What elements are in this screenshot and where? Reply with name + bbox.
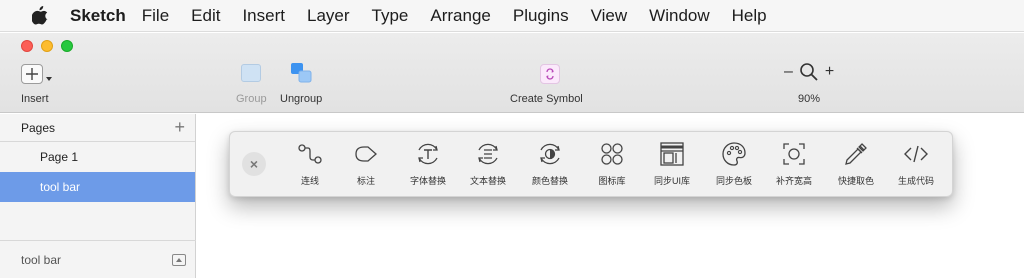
toolbar-item-label: 快捷取色 xyxy=(837,176,874,186)
create-symbol-label: Create Symbol xyxy=(510,93,583,105)
page-item-tool-bar[interactable]: tool bar xyxy=(0,172,195,202)
font-replace-icon xyxy=(418,143,438,165)
toolbar-item-sync-palette[interactable]: 同步色板 xyxy=(704,140,764,187)
menu-window[interactable]: Window xyxy=(649,6,709,26)
chevron-down-icon[interactable] xyxy=(46,77,52,81)
ungroup-label: Ungroup xyxy=(280,93,323,105)
toolbar-item-label: 同步色板 xyxy=(715,176,752,186)
insert-button[interactable] xyxy=(21,64,43,84)
zoom-out-button[interactable]: – xyxy=(784,63,793,81)
toolbar-item-color-replace[interactable]: 颜色替换 xyxy=(520,140,580,187)
group-icon[interactable] xyxy=(241,64,261,82)
icon-library-icon xyxy=(601,143,623,165)
menu-view[interactable]: View xyxy=(591,6,628,26)
menu-bar: Sketch File Edit Insert Layer Type Arran… xyxy=(0,0,1024,32)
layers-footer: tool bar xyxy=(0,240,196,278)
toolbar-item-label: 同步UI库 xyxy=(653,176,690,186)
fill-size-icon xyxy=(783,143,805,165)
minimize-window-button[interactable] xyxy=(41,40,53,52)
plus-icon xyxy=(26,68,38,80)
menu-sketch[interactable]: Sketch xyxy=(70,6,126,26)
toolbar-item-label: 文本替换 xyxy=(469,176,506,186)
collapse-icon[interactable] xyxy=(172,253,186,266)
pages-header: Pages + xyxy=(0,114,195,142)
toolbar-item-generate-code[interactable]: 生成代码 xyxy=(886,140,946,187)
magnifier-icon[interactable] xyxy=(799,62,819,82)
menu-file[interactable]: File xyxy=(142,6,169,26)
toolbar-item-icon-library[interactable]: 图标库 xyxy=(582,140,642,187)
zoom-control: – + xyxy=(784,62,834,82)
color-replace-icon xyxy=(540,143,560,165)
annotation-icon xyxy=(355,146,377,162)
toolbar-item-label: 图标库 xyxy=(598,176,626,186)
menu-layer[interactable]: Layer xyxy=(307,6,350,26)
toolbar-item-label: 生成代码 xyxy=(897,176,934,186)
menu-edit[interactable]: Edit xyxy=(191,6,220,26)
menu-arrange[interactable]: Arrange xyxy=(430,6,490,26)
eyedropper-icon xyxy=(845,143,867,165)
toolbar-item-label: 标注 xyxy=(356,176,375,186)
apple-icon[interactable] xyxy=(31,6,49,26)
close-icon[interactable]: × xyxy=(242,152,266,176)
text-replace-icon xyxy=(478,143,498,165)
sync-ui-library-icon xyxy=(660,142,684,166)
pages-empty-area xyxy=(0,202,195,230)
zoom-in-button[interactable]: + xyxy=(825,63,834,81)
toolbar-item-label: 连线 xyxy=(300,176,319,186)
code-icon xyxy=(904,145,928,163)
insert-label: Insert xyxy=(21,93,49,105)
toolbar-item-label: 字体替换 xyxy=(409,176,446,186)
toolbar-item-label: 颜色替换 xyxy=(531,176,568,186)
zoom-window-button[interactable] xyxy=(61,40,73,52)
menu-type[interactable]: Type xyxy=(372,6,409,26)
menu-plugins[interactable]: Plugins xyxy=(513,6,569,26)
pages-title: Pages xyxy=(21,120,56,135)
toolbar-item-annotation[interactable]: 标注 xyxy=(336,140,396,187)
menu-help[interactable]: Help xyxy=(732,6,767,26)
window-controls xyxy=(21,40,73,52)
toolbar-item-connector[interactable]: 连线 xyxy=(280,140,340,187)
window-toolbar: Insert Group Ungroup Create Symbol – + 9… xyxy=(0,33,1024,113)
group-label: Group xyxy=(236,93,267,105)
toolbar-item-sync-ui-library[interactable]: 同步UI库 xyxy=(642,140,702,187)
toolbar-item-eyedropper[interactable]: 快捷取色 xyxy=(826,140,886,187)
toolbar-item-label: 补齐宽高 xyxy=(775,176,812,186)
connector-icon xyxy=(298,144,322,164)
close-window-button[interactable] xyxy=(21,40,33,52)
create-symbol-icon[interactable] xyxy=(540,64,560,84)
ungroup-icon[interactable] xyxy=(290,62,314,84)
pages-sidebar: Pages + Page 1 tool bar tool bar xyxy=(0,114,196,278)
current-page-label: tool bar xyxy=(21,252,62,267)
menu-insert[interactable]: Insert xyxy=(242,6,285,26)
toolbar-item-font-replace[interactable]: 字体替换 xyxy=(398,140,458,187)
zoom-level: 90% xyxy=(798,93,821,105)
page-item-page-1[interactable]: Page 1 xyxy=(0,142,195,172)
toolbar-item-fill-size[interactable]: 补齐宽高 xyxy=(764,140,824,187)
add-page-button[interactable]: + xyxy=(174,117,185,138)
toolbar-item-text-replace[interactable]: 文本替换 xyxy=(458,140,518,187)
sync-palette-icon xyxy=(722,142,746,166)
plugin-toolbar: × 连线 标注 字体替换 文本替换 颜色替换 图标库 同步UI库 同步色板 补齐… xyxy=(229,131,953,197)
